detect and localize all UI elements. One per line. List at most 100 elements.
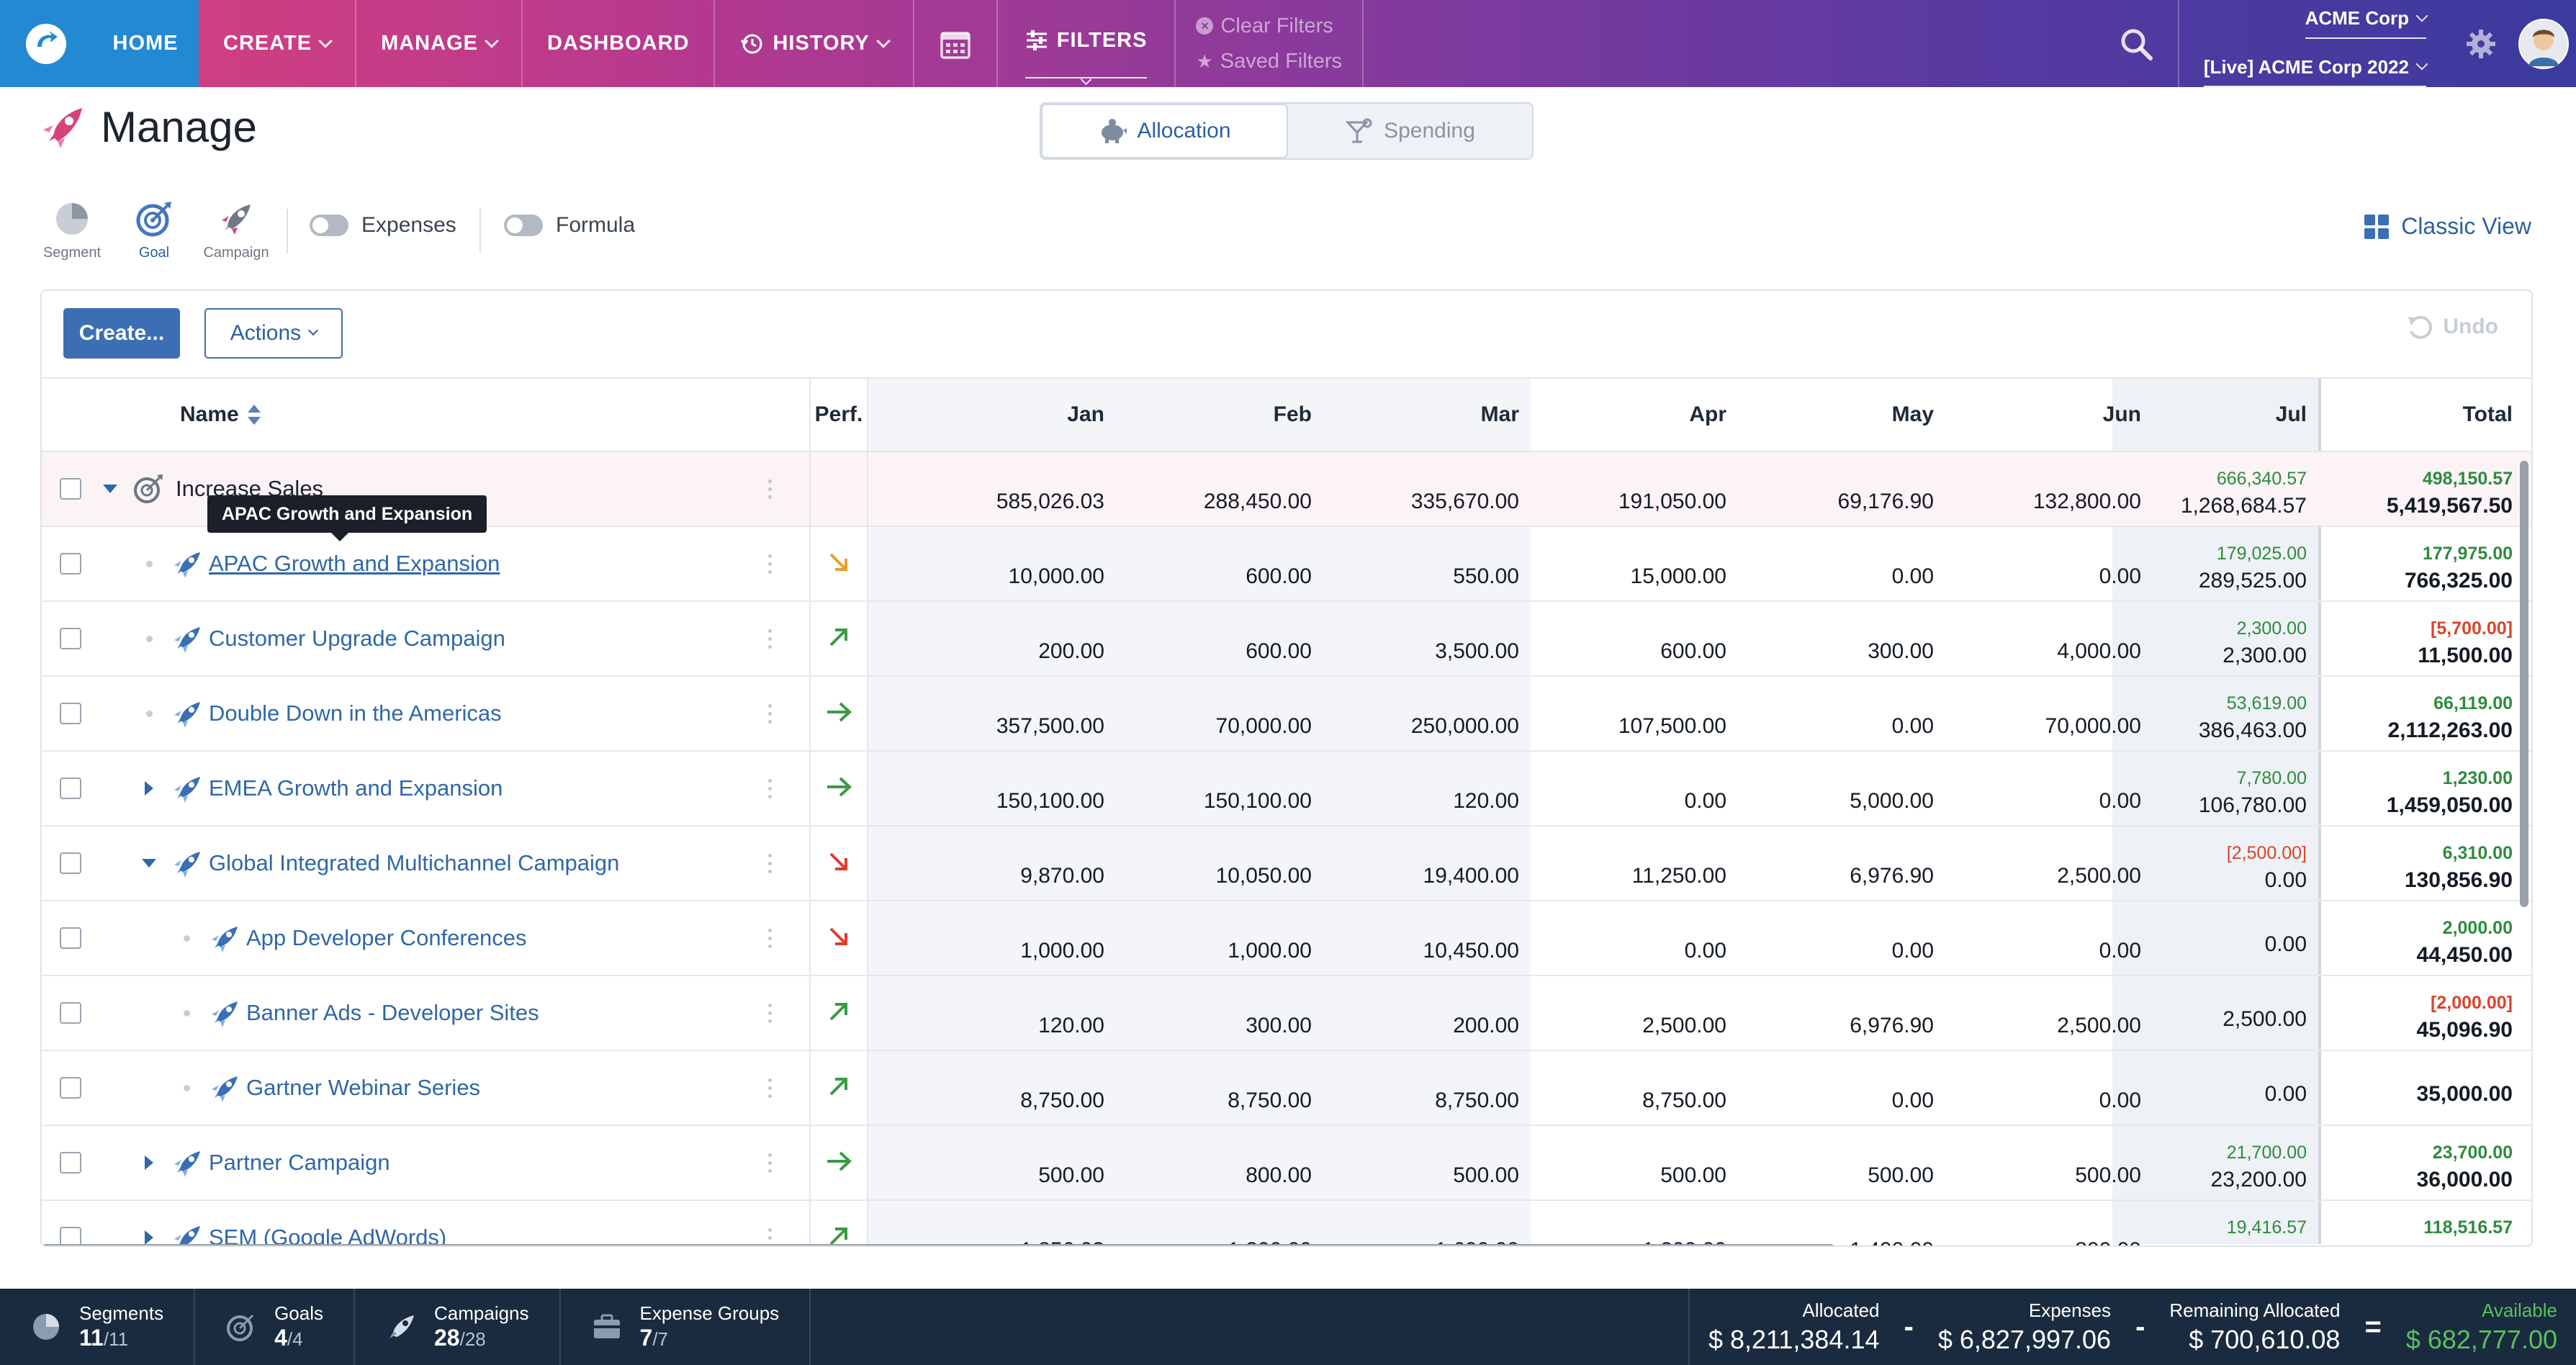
- jul-value-cell[interactable]: 179,025.00 289,525.00: [2199, 527, 2307, 600]
- level-campaign[interactable]: Campaign: [203, 200, 269, 261]
- campaigns-count[interactable]: Campaigns 28/28: [355, 1289, 561, 1365]
- apr-value-cell[interactable]: 0.00: [1685, 901, 1726, 975]
- row-name-cell[interactable]: Banner Ads - Developer Sites: [246, 976, 539, 1050]
- mar-value-cell[interactable]: 10,450.00: [1423, 901, 1519, 975]
- may-value-cell[interactable]: 0.00: [1892, 527, 1934, 600]
- mar-value-cell[interactable]: 1,600.00: [1435, 1201, 1519, 1245]
- apr-value-cell[interactable]: 107,500.00: [1618, 677, 1726, 750]
- feb-value-cell[interactable]: 600.00: [1246, 602, 1312, 675]
- table-row[interactable]: Double Down in the Americas 357,500.00 70,…: [42, 677, 2531, 752]
- row-checkbox[interactable]: [60, 778, 81, 799]
- table-row[interactable]: Global Integrated Multichannel Campaign 9…: [42, 826, 2531, 901]
- may-value-cell[interactable]: 6,976.90: [1850, 826, 1934, 900]
- jun-value-cell[interactable]: 2,500.00: [2057, 976, 2141, 1050]
- jan-value-cell[interactable]: 357,500.00: [996, 677, 1104, 750]
- segments-count[interactable]: Segments 11/11: [0, 1289, 196, 1365]
- row-checkbox[interactable]: [60, 1152, 81, 1173]
- jun-value-cell[interactable]: 0.00: [2099, 527, 2141, 600]
- row-menu-icon[interactable]: [766, 677, 773, 750]
- expenses-toggle[interactable]: Expenses: [310, 213, 456, 238]
- row-menu-icon[interactable]: [766, 527, 773, 600]
- undo-button[interactable]: Undo: [2405, 312, 2498, 341]
- level-goal[interactable]: Goal: [121, 200, 187, 261]
- apr-value-cell[interactable]: 0.00: [1685, 752, 1726, 825]
- row-checkbox[interactable]: [60, 1077, 81, 1099]
- row-checkbox[interactable]: [60, 478, 81, 500]
- clear-filters-link[interactable]: × Clear Filters: [1196, 14, 1342, 38]
- feb-value-cell[interactable]: 300.00: [1246, 976, 1312, 1050]
- row-menu-icon[interactable]: [766, 452, 773, 526]
- apr-value-cell[interactable]: 8,750.00: [1642, 1051, 1726, 1125]
- feb-value-cell[interactable]: 800.00: [1246, 1126, 1312, 1199]
- row-menu-icon[interactable]: [766, 901, 773, 975]
- row-checkbox[interactable]: [60, 1002, 81, 1024]
- may-value-cell[interactable]: 6,976.90: [1850, 976, 1934, 1050]
- table-row[interactable]: Customer Upgrade Campaign 200.00 600.00 3,5…: [42, 602, 2531, 677]
- jul-value-cell[interactable]: 53,619.00 386,463.00: [2199, 677, 2307, 750]
- row-checkbox[interactable]: [60, 927, 81, 949]
- may-value-cell[interactable]: 1,400.00: [1850, 1201, 1934, 1245]
- row-expander[interactable]: [138, 826, 160, 900]
- jul-value-cell[interactable]: 2,300.00 2,300.00: [2223, 602, 2307, 675]
- app-logo[interactable]: [0, 0, 92, 87]
- apr-value-cell[interactable]: 1,200.00: [1642, 1201, 1726, 1245]
- jan-value-cell[interactable]: 585,026.03: [996, 452, 1104, 526]
- jun-value-cell[interactable]: 500.00: [2075, 1126, 2141, 1199]
- goals-count[interactable]: Goals 4/4: [195, 1289, 355, 1365]
- org-switcher[interactable]: ACME Corp [Live] ACME Corp 2022: [2179, 0, 2451, 87]
- apr-value-cell[interactable]: 500.00: [1660, 1126, 1726, 1199]
- toggle-switch[interactable]: [310, 215, 348, 236]
- feb-value-cell[interactable]: 70,000.00: [1216, 677, 1312, 750]
- jan-value-cell[interactable]: 10,000.00: [1009, 527, 1104, 600]
- row-menu-icon[interactable]: [766, 1051, 773, 1125]
- row-menu-icon[interactable]: [766, 752, 773, 825]
- row-checkbox[interactable]: [60, 852, 81, 874]
- row-expander[interactable]: [138, 752, 160, 825]
- row-checkbox[interactable]: [60, 628, 81, 649]
- jan-value-cell[interactable]: 1,000.00: [1020, 901, 1104, 975]
- table-row[interactable]: APAC Growth and Expansion 10,000.00 600.00…: [42, 527, 2531, 602]
- row-checkbox[interactable]: [60, 703, 81, 724]
- search-button[interactable]: [2094, 0, 2179, 87]
- collapse-icon[interactable]: [142, 859, 156, 868]
- name-header[interactable]: Name: [180, 379, 262, 451]
- feb-value-cell[interactable]: 288,450.00: [1204, 452, 1312, 526]
- mar-value-cell[interactable]: 8,750.00: [1435, 1051, 1519, 1125]
- user-avatar[interactable]: [2511, 0, 2576, 87]
- apr-value-cell[interactable]: 15,000.00: [1631, 527, 1726, 600]
- settings-button[interactable]: [2451, 0, 2511, 87]
- row-name[interactable]: Global Integrated Multichannel Campaign: [209, 850, 619, 876]
- table-row[interactable]: Partner Campaign 500.00 800.00 500.00 500.00…: [42, 1126, 2531, 1201]
- row-expander[interactable]: [99, 452, 121, 526]
- nav-manage[interactable]: MANAGE: [356, 0, 523, 87]
- nav-create[interactable]: CREATE: [199, 0, 357, 87]
- collapse-icon[interactable]: [103, 485, 117, 493]
- row-name-cell[interactable]: APAC Growth and Expansion: [209, 527, 500, 600]
- jul-value-cell[interactable]: 21,700.00 23,200.00: [2211, 1126, 2307, 1199]
- classic-view-button[interactable]: Classic View: [2364, 213, 2531, 240]
- row-name-cell[interactable]: Gartner Webinar Series: [246, 1051, 480, 1125]
- vertical-scrollbar[interactable]: [2520, 461, 2528, 907]
- jun-value-cell[interactable]: 70,000.00: [2045, 677, 2141, 750]
- jun-value-cell[interactable]: 0.00: [2099, 752, 2141, 825]
- create-button[interactable]: Create...: [63, 308, 180, 359]
- row-checkbox[interactable]: [60, 553, 81, 575]
- jun-value-cell[interactable]: 0.00: [2099, 1051, 2141, 1125]
- jul-value-cell[interactable]: 0.00: [2265, 901, 2307, 975]
- expense-groups-count[interactable]: Expense Groups 7/7: [561, 1289, 811, 1365]
- jul-value-cell[interactable]: 0.00: [2265, 1051, 2307, 1125]
- row-menu-icon[interactable]: [766, 602, 773, 675]
- expand-icon[interactable]: [145, 1230, 153, 1245]
- nav-history[interactable]: HISTORY: [715, 0, 914, 87]
- jul-value-cell[interactable]: 7,780.00 106,780.00: [2199, 752, 2307, 825]
- may-value-cell[interactable]: 500.00: [1868, 1126, 1934, 1199]
- table-row[interactable]: Banner Ads - Developer Sites 120.00 300.00…: [42, 976, 2531, 1051]
- row-name-cell[interactable]: EMEA Growth and Expansion: [209, 752, 503, 825]
- row-expander[interactable]: [138, 1126, 160, 1199]
- formula-toggle[interactable]: Formula: [504, 213, 635, 238]
- mar-value-cell[interactable]: 550.00: [1453, 527, 1519, 600]
- tab-spending[interactable]: Spending: [1288, 104, 1532, 158]
- row-name-cell[interactable]: SEM (Google AdWords): [209, 1201, 446, 1245]
- tab-allocation[interactable]: Allocation: [1041, 104, 1288, 158]
- jan-value-cell[interactable]: 500.00: [1038, 1126, 1104, 1199]
